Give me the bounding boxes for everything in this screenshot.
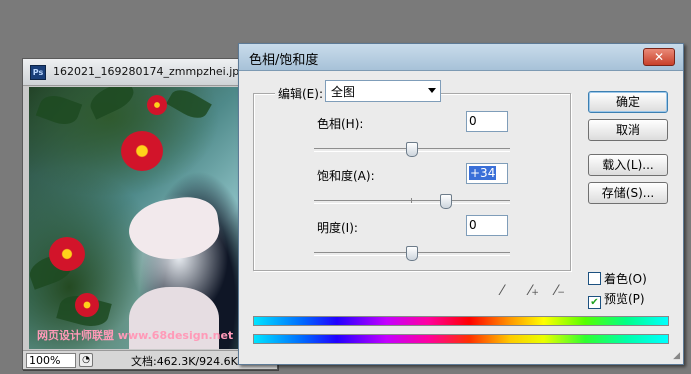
saturation-slider-track[interactable] (314, 200, 510, 204)
hue-input[interactable]: 0 (466, 111, 508, 132)
saturation-label: 饱和度(A): (317, 169, 375, 183)
hue-label: 色相(H): (317, 117, 364, 131)
flower (147, 95, 167, 115)
adjustment-group (253, 93, 571, 271)
leaf (86, 87, 138, 120)
lightness-input[interactable]: 0 (466, 215, 508, 236)
input-color-spectrum (253, 316, 669, 326)
output-color-spectrum (253, 334, 669, 344)
hue-value: 0 (469, 114, 477, 128)
saturation-slider-center-mark (411, 198, 412, 203)
hue-saturation-dialog: 色相/饱和度 ✕ 编辑(E): 全图 色相(H): 0 饱和度(A): +34 … (238, 43, 684, 365)
hue-slider-thumb[interactable] (406, 142, 418, 157)
preview-checkbox[interactable]: ✔ (588, 296, 601, 309)
edit-dropdown[interactable]: 全图 (325, 80, 441, 102)
flower (121, 131, 163, 171)
flower (49, 237, 85, 271)
close-button[interactable]: ✕ (643, 48, 675, 66)
colorize-checkbox-row[interactable]: 着色(O) (588, 270, 647, 287)
saturation-input[interactable]: +34 (466, 163, 508, 184)
document-image[interactable]: 网页设计师联盟 www.68design.net (29, 87, 239, 349)
status-icon[interactable]: ◔ (79, 353, 93, 367)
lightness-label: 明度(I): (317, 221, 358, 235)
colorize-checkbox[interactable] (588, 272, 601, 285)
eyedropper-minus-icon[interactable]: ⁄− (555, 283, 565, 299)
eyedropper-icon[interactable]: ⁄ (501, 283, 503, 299)
resize-grip-icon[interactable]: ◢ (673, 351, 680, 361)
edit-dropdown-value: 全图 (331, 85, 356, 99)
face (125, 193, 223, 265)
cancel-button[interactable]: 取消 (588, 119, 668, 141)
load-button[interactable]: 载入(L)... (588, 154, 668, 176)
lightness-value: 0 (469, 218, 477, 232)
colorize-label: 着色(O) (604, 272, 647, 286)
flower (75, 293, 99, 317)
dialog-title: 色相/饱和度 (249, 53, 319, 68)
watermark: 网页设计师联盟 www.68design.net (37, 329, 234, 342)
dialog-title-bar[interactable]: 色相/饱和度 ✕ (239, 44, 683, 71)
edit-label: 编辑(E): (275, 85, 326, 102)
zoom-field[interactable]: 100% (26, 353, 76, 368)
eyedropper-plus-icon[interactable]: ⁄+ (529, 283, 539, 299)
preview-checkbox-row[interactable]: ✔ 预览(P) (588, 290, 645, 309)
lightness-slider-thumb[interactable] (406, 246, 418, 261)
photoshop-icon: Ps (30, 65, 46, 80)
document-title: 162021_169280174_zmmpzhei.jpg @ (53, 65, 261, 78)
preview-label: 预览(P) (604, 292, 645, 306)
save-button[interactable]: 存储(S)... (588, 182, 668, 204)
ok-button[interactable]: 确定 (588, 91, 668, 113)
leaf (166, 87, 212, 124)
document-info: 文档:462.3K/924.6K (131, 355, 238, 368)
leaf (35, 90, 83, 130)
saturation-slider-thumb[interactable] (440, 194, 452, 209)
chevron-down-icon (428, 88, 436, 93)
saturation-value: +34 (469, 166, 497, 180)
